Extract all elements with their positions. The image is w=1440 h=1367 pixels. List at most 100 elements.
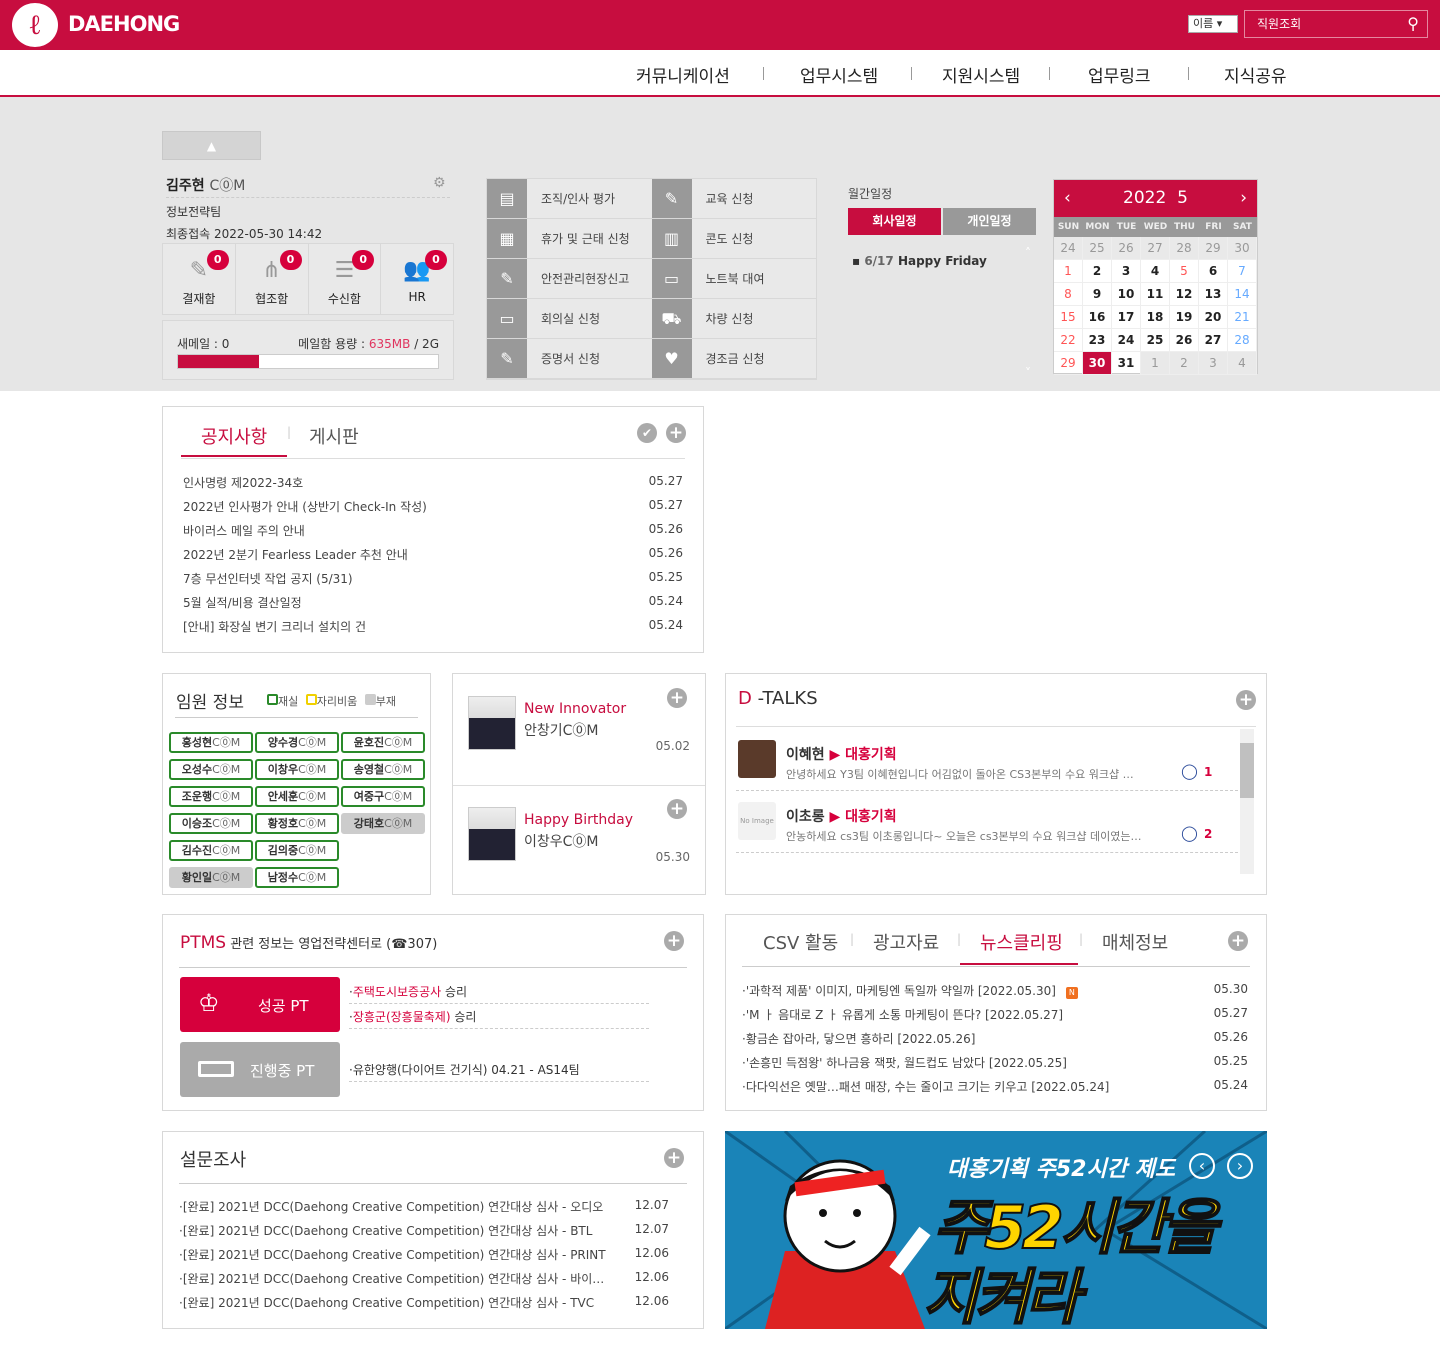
calendar-day[interactable]: 25 (1083, 237, 1112, 260)
calendar-day[interactable]: 14 (1228, 283, 1257, 306)
clipping-item[interactable]: ·다다익선은 옛말…패션 매장, 수는 줄이고 크기는 키우고 [2022.05… (742, 1078, 1248, 1095)
more-plus-icon[interactable]: + (664, 1148, 684, 1168)
calendar-day[interactable]: 8 (1054, 283, 1083, 306)
notice-item[interactable]: 바이러스 메일 주의 안내 05.26 (183, 522, 683, 539)
calendar-day[interactable]: 21 (1228, 306, 1257, 329)
next-month-icon[interactable]: › (1240, 180, 1247, 217)
survey-item[interactable]: ·[완료] 2021년 DCC(Daehong Creative Competi… (179, 1294, 669, 1311)
prev-month-icon[interactable]: ‹ (1064, 180, 1071, 217)
nav-communication[interactable]: 커뮤니케이션 (636, 62, 730, 87)
cooperation-box[interactable]: ⋔ 0 협조함 (236, 244, 309, 314)
calendar-day[interactable]: 31 (1112, 352, 1141, 375)
inbox-box[interactable]: ☰ 0 수신함 (309, 244, 382, 314)
scroll-up-icon[interactable]: ˄ (1025, 246, 1031, 260)
calendar-day[interactable]: 30 (1083, 352, 1112, 375)
logo-text[interactable]: DAEHONG (68, 12, 180, 36)
calendar-day[interactable]: 11 (1141, 283, 1170, 306)
calendar-day[interactable]: 17 (1112, 306, 1141, 329)
logo-icon[interactable]: ℓ (12, 3, 58, 47)
survey-item[interactable]: ·[완료] 2021년 DCC(Daehong Creative Competi… (179, 1222, 669, 1239)
calendar-day[interactable]: 10 (1112, 283, 1141, 306)
executive-present[interactable]: 이창우C⓪M (255, 759, 339, 780)
executive-present[interactable]: 이승조C⓪M (169, 813, 253, 834)
banner-next-icon[interactable]: › (1227, 1153, 1253, 1179)
progress-pt-button[interactable]: 진행중 PT (180, 1042, 340, 1097)
search-input[interactable]: 직원조회 ⚲ (1244, 10, 1428, 38)
calendar-day[interactable]: 1 (1054, 260, 1083, 283)
clipping-tab[interactable]: 매체정보 (1102, 929, 1168, 955)
quick-menu-item[interactable]: ♥ 경조금 신청 (651, 339, 816, 379)
calendar-day[interactable]: 23 (1083, 329, 1112, 352)
calendar-day[interactable]: 28 (1170, 237, 1199, 260)
executive-present[interactable]: 윤호진C⓪M (341, 732, 425, 753)
calendar-day[interactable]: 16 (1083, 306, 1112, 329)
executive-present[interactable]: 조운행C⓪M (169, 786, 253, 807)
mail-status[interactable]: 새메일 : 0 메일함 용량 : 635MB / 2G (162, 320, 454, 380)
executive-present[interactable]: 김의중C⓪M (255, 840, 339, 861)
collapse-button[interactable]: ▲ (162, 131, 261, 160)
quick-menu-item[interactable]: ✎ 증명서 신청 (487, 339, 652, 379)
calendar-day[interactable]: 6 (1199, 260, 1228, 283)
calendar-day[interactable]: 24 (1112, 329, 1141, 352)
banner[interactable]: 대홍기획 주52시간 제도 주52시간을 지켜라 ‹ › (725, 1131, 1267, 1329)
more-plus-icon[interactable]: + (1228, 931, 1248, 951)
hr-box[interactable]: 👥 0 HR (381, 244, 453, 314)
more-plus-icon[interactable]: + (667, 688, 687, 708)
clipping-tab[interactable]: 광고자료 (873, 929, 939, 955)
nav-knowledge[interactable]: 지식공유 (1224, 62, 1287, 87)
executive-present[interactable]: 홍성현C⓪M (169, 732, 253, 753)
survey-item[interactable]: ·[완료] 2021년 DCC(Daehong Creative Competi… (179, 1270, 669, 1287)
calendar-day[interactable]: 27 (1141, 237, 1170, 260)
clipping-item[interactable]: ·'M ㅏ 음대로 Z ㅏ 유롭게 소통 마케팅이 뜬다? [2022.05.2… (742, 1006, 1248, 1023)
calendar-day[interactable]: 12 (1170, 283, 1199, 306)
notice-item[interactable]: 2022년 2분기 Fearless Leader 추천 안내 05.26 (183, 546, 683, 563)
gear-icon[interactable]: ⚙ (433, 175, 446, 191)
calendar-day[interactable]: 4 (1228, 352, 1257, 375)
quick-menu-item[interactable]: ▭ 회의실 신청 (487, 299, 652, 339)
clipping-tab[interactable]: 뉴스클리핑 (980, 929, 1063, 955)
calendar-day[interactable]: 3 (1199, 352, 1228, 375)
calendar-day[interactable]: 13 (1199, 283, 1228, 306)
notice-item[interactable]: 2022년 인사평가 안내 (상반기 Check-In 작성) 05.27 (183, 498, 683, 515)
survey-item[interactable]: ·[완료] 2021년 DCC(Daehong Creative Competi… (179, 1246, 669, 1263)
executive-present[interactable]: 여중구C⓪M (341, 786, 425, 807)
calendar-day[interactable]: 2 (1170, 352, 1199, 375)
calendar-day[interactable]: 27 (1199, 329, 1228, 352)
quick-menu-item[interactable]: ▥ 콘도 신청 (651, 219, 816, 259)
calendar-day[interactable]: 4 (1141, 260, 1170, 283)
executive-present[interactable]: 송영철C⓪M (341, 759, 425, 780)
ptms-success-item[interactable]: ·주택도시보증공사 승리 (349, 983, 649, 1004)
calendar-day[interactable]: 29 (1054, 352, 1083, 375)
ptms-progress-item[interactable]: ·유한양행(다이어트 건기식) 04.21 - AS14팀 (349, 1061, 649, 1082)
quick-menu-item[interactable]: ⛟ 차량 신청 (651, 299, 816, 339)
person-name[interactable]: 이창우C⓪M (524, 831, 599, 851)
executive-present[interactable]: 황정호C⓪M (255, 813, 339, 834)
executive-present[interactable]: 김수진C⓪M (169, 840, 253, 861)
notice-item[interactable]: 인사명령 제2022-34호 05.27 (183, 474, 683, 491)
tab-company-schedule[interactable]: 회사일정 (848, 208, 941, 235)
ptms-success-item[interactable]: ·장흥군(장흥물축제) 승리 (349, 1008, 649, 1029)
calendar-day[interactable]: 26 (1170, 329, 1199, 352)
tab-personal-schedule[interactable]: 개인일정 (943, 208, 1036, 235)
clipping-item[interactable]: ·'과학적 제품' 이미지, 마케팅엔 독일까 약일까 [2022.05.30]… (742, 982, 1248, 999)
check-icon[interactable]: ✔ (637, 423, 657, 443)
tab-notice[interactable]: 공지사항 (201, 423, 267, 449)
more-plus-icon[interactable]: + (664, 931, 684, 951)
approval-box[interactable]: ✎ 0 결재함 (163, 244, 236, 314)
talk-header[interactable]: 이혜현 ▶ 대홍기획 (786, 744, 897, 764)
executive-present[interactable]: 양수경C⓪M (255, 732, 339, 753)
calendar-day[interactable]: 3 (1112, 260, 1141, 283)
calendar-day[interactable]: 15 (1054, 306, 1083, 329)
executive-present[interactable]: 안세훈C⓪M (255, 786, 339, 807)
executive-absent[interactable]: 강태호C⓪M (341, 813, 425, 834)
calendar-day[interactable]: 22 (1054, 329, 1083, 352)
banner-prev-icon[interactable]: ‹ (1189, 1153, 1215, 1179)
calendar-day[interactable]: 26 (1112, 237, 1141, 260)
calendar-day[interactable]: 30 (1228, 237, 1257, 260)
talk-header[interactable]: 이초롱 ▶ 대홍기획 (786, 806, 897, 826)
tab-board[interactable]: 게시판 (309, 423, 359, 449)
calendar-day[interactable]: 29 (1199, 237, 1228, 260)
talk-text[interactable]: 안농하세요 cs3팀 이초롱입니다~ 오늘은 cs3본부의 수요 워크샵 데이였… (786, 828, 1166, 844)
calendar-day[interactable]: 7 (1228, 260, 1257, 283)
person-name[interactable]: 안창기C⓪M (524, 720, 599, 740)
